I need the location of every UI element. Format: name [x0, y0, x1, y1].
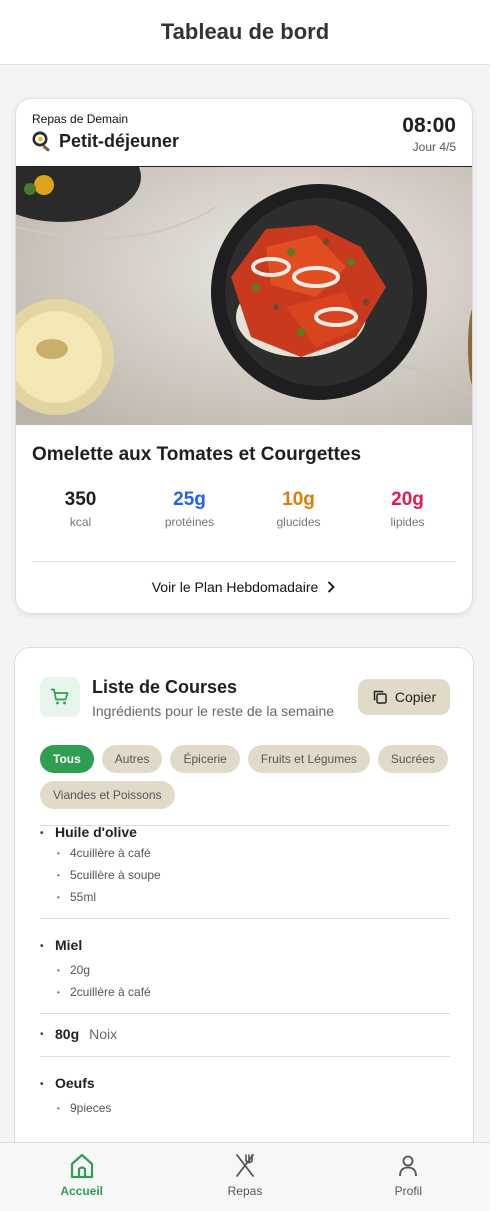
ingredient-name: Huile d'olive	[40, 826, 450, 844]
user-icon	[399, 1155, 418, 1177]
home-icon	[70, 1153, 93, 1179]
ingredient-quantity: 55ml	[40, 886, 450, 909]
ingredient-quantity: 20g	[40, 959, 450, 982]
cart-icon-box	[40, 677, 80, 717]
chip-sweets[interactable]: Sucrées	[377, 745, 448, 773]
meal-time: 08:00	[402, 114, 456, 137]
list-item: Oeufs 9pieces	[40, 1057, 450, 1129]
ingredient-quantity: 5cuillère à soupe	[40, 864, 450, 887]
meal-type: Petit-déjeuner	[31, 130, 179, 152]
stat-label: lipides	[390, 515, 425, 529]
stat-label: glucides	[276, 515, 321, 529]
chip-others[interactable]: Autres	[101, 745, 163, 773]
ingredient-quantity: 2cuillère à café	[40, 981, 450, 1004]
ingredient-list[interactable]: Huile d'olive 4cuillère à café 5cuillère…	[40, 825, 450, 1145]
frying-pan-icon	[32, 131, 50, 152]
stat-label: kcal	[69, 515, 92, 529]
ingredient-quantity: 9pieces	[40, 1097, 450, 1120]
tab-meals[interactable]: Repas	[163, 1143, 326, 1211]
ingredient-quantity: 4cuillère à café	[40, 842, 450, 865]
chip-all[interactable]: Tous	[40, 745, 94, 773]
card-divider	[32, 561, 456, 562]
tab-profile[interactable]: Profil	[327, 1143, 490, 1211]
stat-value: 20g	[391, 489, 424, 510]
chevron-right-icon	[328, 581, 336, 593]
meal-day: Jour 4/5	[412, 140, 456, 154]
ingredient-name: Oeufs	[40, 1073, 450, 1095]
shopping-list-card: Liste de Courses Ingrédients pour le res…	[14, 647, 474, 1211]
stat-value: 350	[64, 489, 97, 510]
cart-icon	[50, 688, 69, 705]
tab-label: Profil	[394, 1184, 422, 1198]
copy-button[interactable]: Copier	[358, 679, 450, 715]
shopping-title: Liste de Courses	[92, 677, 238, 697]
stat-calories: 350 kcal	[31, 489, 131, 529]
tomorrow-meal-card[interactable]: Repas de Demain Petit-déjeuner 08:00 Jou…	[15, 98, 473, 614]
stat-value: 10g	[282, 489, 315, 510]
page-title: Tableau de bord	[160, 19, 330, 44]
meal-card-header: Repas de Demain Petit-déjeuner 08:00 Jou…	[16, 99, 472, 167]
ingredient-name: Miel	[40, 935, 450, 957]
ingredient-amount: 80g	[55, 1026, 80, 1042]
stat-protein: 25g protéines	[140, 489, 240, 529]
list-item: Huile d'olive 4cuillère à café 5cuillère…	[40, 826, 450, 919]
chip-meat-fish[interactable]: Viandes et Poissons	[40, 781, 175, 809]
copy-label: Copier	[394, 689, 437, 705]
utensils-icon	[236, 1154, 254, 1177]
chip-fruits-vegetables[interactable]: Fruits et Légumes	[247, 745, 370, 773]
meal-title: Omelette aux Tomates et Courgettes	[32, 444, 362, 465]
stat-value: 25g	[173, 489, 206, 510]
meal-subtitle: Repas de Demain	[32, 112, 129, 126]
weekly-plan-label: Voir le Plan Hebdomadaire	[151, 579, 319, 595]
copy-icon	[373, 690, 387, 704]
shopping-subtitle: Ingrédients pour le reste de la semaine	[92, 703, 335, 719]
app-header: Tableau de bord	[0, 0, 490, 65]
window-edge	[490, 0, 496, 1211]
stat-carbs: 10g glucides	[249, 489, 349, 529]
list-item: Miel 20g 2cuillère à café	[40, 919, 450, 1014]
stat-label: protéines	[164, 515, 215, 529]
chip-grocery[interactable]: Épicerie	[170, 745, 240, 773]
nutrition-stats: 350 kcal 25g protéines 10g glucides 20g …	[16, 489, 472, 529]
weekly-plan-link[interactable]: Voir le Plan Hebdomadaire	[16, 579, 472, 595]
stat-fat: 20g lipides	[358, 489, 458, 529]
tab-label: Accueil	[60, 1184, 103, 1198]
meal-type-label: Petit-déjeuner	[59, 130, 180, 151]
category-filters: Tous Autres Épicerie Fruits et Légumes S…	[40, 745, 460, 809]
bottom-tab-bar: Accueil Repas Profil	[0, 1142, 490, 1211]
list-item: 80g Noix	[40, 1014, 450, 1057]
meal-photo	[16, 167, 472, 425]
tab-home[interactable]: Accueil	[0, 1143, 163, 1211]
ingredient-name: Noix	[89, 1026, 118, 1042]
tab-label: Repas	[227, 1184, 263, 1198]
